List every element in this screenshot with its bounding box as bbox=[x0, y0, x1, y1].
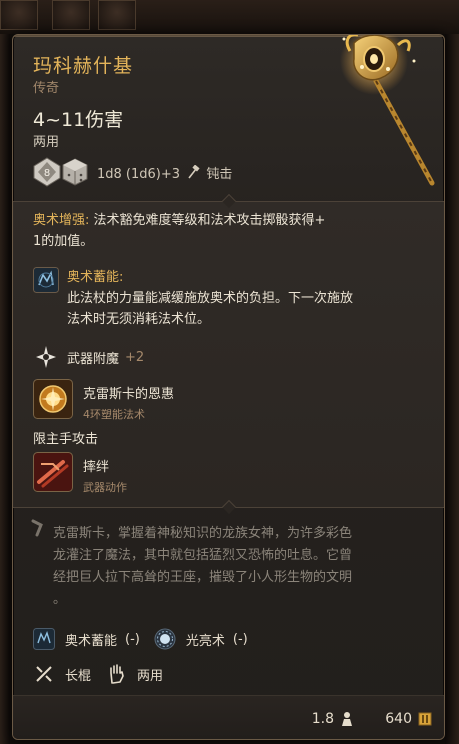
d8-die-icon: 8 bbox=[33, 157, 61, 187]
light-spell-label[interactable]: 光亮术 bbox=[186, 630, 225, 649]
topple-icon bbox=[33, 452, 73, 492]
spell-subtitle: 4环塑能法术 bbox=[83, 408, 145, 421]
item-price: 640 bbox=[385, 711, 432, 727]
action-title: 摔绊 bbox=[83, 460, 110, 475]
background-right-edge bbox=[445, 34, 459, 744]
spell-text: 克雷斯卡的恩惠 4环塑能法术 bbox=[83, 379, 174, 422]
item-rarity: 传奇 bbox=[33, 81, 60, 96]
background-left-edge bbox=[0, 34, 10, 744]
bludgeon-icon bbox=[188, 164, 200, 178]
svg-text:8: 8 bbox=[44, 168, 50, 179]
damage-dice-row: 8 1d8 (1d6)+3 钝击 bbox=[33, 155, 232, 189]
spell-title: 克雷斯卡的恩惠 bbox=[83, 387, 175, 402]
light-spell-suffix: (-) bbox=[232, 631, 248, 647]
arcane-charge-label[interactable]: 奥术蓄能 bbox=[65, 630, 117, 649]
damage-type: 钝击 bbox=[206, 166, 233, 182]
versatile-hand-icon bbox=[110, 664, 124, 684]
weapon-action-topple[interactable]: 摔绊 武器动作 bbox=[33, 452, 127, 495]
arcane-charge-icon bbox=[33, 267, 59, 293]
item-name: 玛科赫什基 bbox=[33, 55, 134, 77]
enchantment-icon bbox=[36, 346, 56, 368]
d6-die-icon bbox=[62, 158, 88, 186]
background-inventory-strip bbox=[0, 0, 459, 34]
arcane-boost-description: 奥术增强: 法术豁免难度等级和法术攻击掷骰获得+ 1的加值。 bbox=[33, 210, 428, 252]
arcane-charge-suffix: (-) bbox=[125, 631, 140, 647]
boost-text: 法术豁免难度等级和法术攻击掷骰获得+ bbox=[93, 213, 326, 228]
arcane-charge-text: 奥术蓄能: 此法杖的力量能减缓施放奥术的负担。下一次施放 法术时无须消耗法术位。 bbox=[67, 267, 353, 330]
inventory-slot[interactable] bbox=[0, 0, 38, 30]
tooltip-footer: 1.8 640 bbox=[13, 695, 444, 739]
enchantment-value: +2 bbox=[125, 349, 145, 365]
enchantment-label: 武器附魔 bbox=[67, 351, 120, 367]
lore-line3: 经把巨人拉下高耸的王座，摧毁了小人形生物的文明 bbox=[53, 570, 353, 585]
weight-value: 1.8 bbox=[311, 711, 334, 727]
boost-text-2: 1的加值。 bbox=[33, 234, 94, 249]
arcane-charge-line1: 此法杖的力量能减缓施放奥术的负担。下一次施放 bbox=[67, 291, 354, 306]
arcane-charge-ability[interactable]: 奥术蓄能: 此法杖的力量能减缓施放奥术的负担。下一次施放 法术时无须消耗法术位。 bbox=[33, 267, 353, 330]
item-handedness: 两用 bbox=[33, 135, 60, 150]
lore-text: 克雷斯卡，掌握着神秘知识的龙族女神，为许多彩色 龙灌注了魔法，其中就包括猛烈又恐… bbox=[53, 523, 433, 611]
weight-icon bbox=[342, 712, 352, 726]
light-spell-icon bbox=[154, 628, 176, 650]
damage-roll-text: 1d8 (1d6)+3 钝击 bbox=[97, 163, 232, 182]
staff-item-icon bbox=[340, 35, 435, 186]
spell-kereskas-favour[interactable]: 克雷斯卡的恩惠 4环塑能法术 bbox=[33, 379, 174, 422]
item-weight: 1.8 bbox=[312, 711, 354, 727]
item-damage: 4~11伤害 bbox=[33, 109, 124, 131]
quarterstaff-icon bbox=[36, 666, 52, 682]
inventory-slot[interactable] bbox=[98, 0, 136, 30]
gold-coin-icon bbox=[418, 712, 432, 726]
arcane-charge-line2: 法术时无须消耗法术位。 bbox=[67, 312, 211, 327]
lore-line1: 克雷斯卡，掌握着神秘知识的龙族女神，为许多彩色 bbox=[53, 526, 353, 541]
mainhand-only-label: 限主手攻击 bbox=[33, 432, 99, 447]
inventory-slot[interactable] bbox=[52, 0, 90, 30]
weapon-enchantment[interactable]: 武器附魔 +2 bbox=[33, 344, 144, 370]
boost-label: 奥术增强: bbox=[33, 213, 90, 228]
item-tooltip: 玛科赫什基 传奇 4~11伤害 两用 8 1d8 (1d6)+3 钝击 奥术增强… bbox=[12, 34, 445, 740]
arcane-charge-title: 奥术蓄能: bbox=[67, 270, 124, 285]
lore-line2: 龙灌注了魔法，其中就包括猛烈又恐怖的吐息。它曾 bbox=[53, 548, 353, 563]
price-value: 640 bbox=[385, 711, 412, 727]
weapon-type-label: 长棍 bbox=[65, 668, 92, 684]
lore-quote-icon bbox=[31, 519, 43, 537]
lore-line4: 。 bbox=[53, 592, 67, 607]
spell-properties-row: 奥术蓄能 (-) 光亮术 (-) bbox=[33, 628, 248, 650]
hand-type-label: 两用 bbox=[137, 668, 164, 684]
arcane-charge-small-icon bbox=[33, 628, 55, 650]
damage-roll: 1d8 (1d6)+3 bbox=[97, 166, 181, 182]
action-text: 摔绊 武器动作 bbox=[83, 452, 127, 495]
kereska-favour-icon bbox=[33, 379, 73, 419]
action-subtitle: 武器动作 bbox=[83, 481, 127, 494]
weapon-properties-row: 长棍 两用 bbox=[33, 663, 163, 685]
